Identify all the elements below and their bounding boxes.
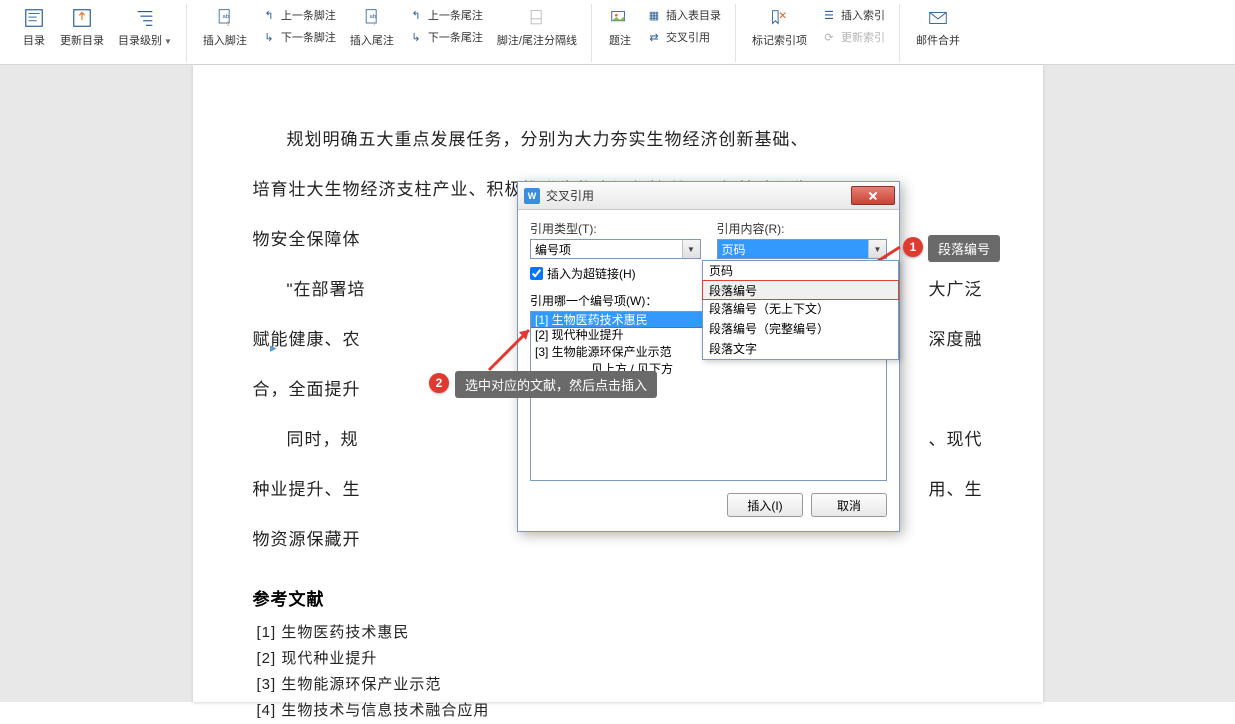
update-index-button: ⟳更新索引 [815,26,891,48]
mark-index-label: 标记索引项 [752,32,807,48]
prev-footnote-icon: ↰ [261,7,277,23]
prev-footnote-button[interactable]: ↰上一条脚注 [255,4,342,26]
next-endnote-button[interactable]: ↳下一条尾注 [402,26,489,48]
separator-button: 脚注/尾注分隔线 [491,4,583,58]
list-item[interactable]: 见上方 / 见下方 [531,361,886,378]
insert-index-label: 插入索引 [841,7,885,23]
table-toc-icon: ▦ [646,7,662,23]
svg-text:ab: ab [369,14,375,20]
svg-text:i: i [374,22,375,28]
insert-index-button[interactable]: ☰插入索引 [815,4,891,26]
insert-table-toc-button[interactable]: ▦插入表目录 [640,4,727,26]
mark-index-icon [767,6,791,30]
insert-footnote-button[interactable]: ab 1 插入脚注 [197,4,253,58]
toc-level-button[interactable]: 目录级别▼ [112,4,178,58]
update-toc-icon [70,6,94,30]
update-index-label: 更新索引 [841,29,885,45]
hyperlink-label: 插入为超链接(H) [547,265,636,282]
dropdown-option[interactable]: 段落编号（无上下文） [703,299,898,319]
chevron-down-icon: ▼ [682,240,700,258]
ref-content-dropdown[interactable]: 页码 段落编号 段落编号（无上下文） 段落编号（完整编号） 段落文字 [702,260,899,360]
page-marker-icon: ▸ [270,340,277,356]
prev-endnote-icon: ↰ [408,7,424,23]
toc-level-icon [133,6,157,30]
insert-footnote-label: 插入脚注 [203,32,247,48]
update-toc-label: 更新目录 [60,32,104,48]
prev-endnote-button[interactable]: ↰上一条尾注 [402,4,489,26]
reference-item: [3] 生物能源环保产业示范 [253,672,983,698]
prev-endnote-label: 上一条尾注 [428,7,483,23]
mail-merge-label: 邮件合并 [916,32,960,48]
insert-endnote-button[interactable]: ab i 插入尾注 [344,4,400,58]
svg-text:ab: ab [222,14,228,20]
cancel-button[interactable]: 取消 [811,493,887,517]
next-endnote-icon: ↳ [408,29,424,45]
body-text: 规划明确五大重点发展任务，分别为大力夯实生物经济创新基础、 [253,115,983,165]
mail-merge-icon [926,6,950,30]
toc-button[interactable]: 目录 [16,4,52,58]
caption-icon [608,6,632,30]
chevron-down-icon: ▼ [868,240,886,258]
ref-content-combo[interactable]: 页码 ▼ [717,239,888,259]
next-footnote-label: 下一条脚注 [281,29,336,45]
hyperlink-checkbox-input[interactable] [530,267,543,280]
ref-type-combo[interactable]: 编号项 ▼ [530,239,701,259]
ref-content-value: 页码 [722,241,746,258]
dropdown-option[interactable]: 段落编号（完整编号） [703,319,898,339]
close-button[interactable] [851,186,895,205]
update-toc-button[interactable]: 更新目录 [54,4,110,58]
separator-label: 脚注/尾注分隔线 [497,32,577,48]
separator-icon [525,6,549,30]
ref-content-label: 引用内容(R): [717,220,888,237]
insert-footnote-icon: ab 1 [213,6,237,30]
reference-item: [2] 现代种业提升 [253,646,983,672]
dropdown-option[interactable]: 段落编号 [702,280,899,300]
reference-item: [1] 生物医药技术惠民 [253,620,983,646]
dropdown-option[interactable]: 段落文字 [703,339,898,359]
caption-label: 题注 [609,32,631,48]
insert-endnote-icon: ab i [360,6,384,30]
wps-logo-icon: W [524,188,540,204]
dropdown-option[interactable]: 页码 [703,261,898,281]
toc-label: 目录 [23,32,45,48]
dialog-title: 交叉引用 [546,187,594,204]
references-heading: 参考文献 [253,585,983,610]
dialog-titlebar[interactable]: W 交叉引用 [518,182,899,210]
toc-icon [22,6,46,30]
toc-level-label: 目录级别▼ [118,32,172,48]
cross-reference-label: 交叉引用 [666,29,710,45]
ref-type-label: 引用类型(T): [530,220,701,237]
ribbon-toolbar: 目录 更新目录 目录级别▼ ab1 插入脚注 ↰上一条脚注 ↳下一条脚注 [0,0,1235,65]
cross-reference-button[interactable]: ⇄交叉引用 [640,26,727,48]
next-footnote-icon: ↳ [261,29,277,45]
insert-table-toc-label: 插入表目录 [666,7,721,23]
mark-index-button[interactable]: 标记索引项 [746,4,813,58]
insert-button[interactable]: 插入(I) [727,493,803,517]
update-index-icon: ⟳ [821,29,837,45]
insert-index-icon: ☰ [821,7,837,23]
svg-text:1: 1 [227,22,230,28]
next-footnote-button[interactable]: ↳下一条脚注 [255,26,342,48]
ref-type-value: 编号项 [535,241,571,258]
caption-button[interactable]: 题注 [602,4,638,58]
insert-endnote-label: 插入尾注 [350,32,394,48]
prev-footnote-label: 上一条脚注 [281,7,336,23]
mail-merge-button[interactable]: 邮件合并 [910,4,966,58]
cross-ref-icon: ⇄ [646,29,662,45]
next-endnote-label: 下一条尾注 [428,29,483,45]
